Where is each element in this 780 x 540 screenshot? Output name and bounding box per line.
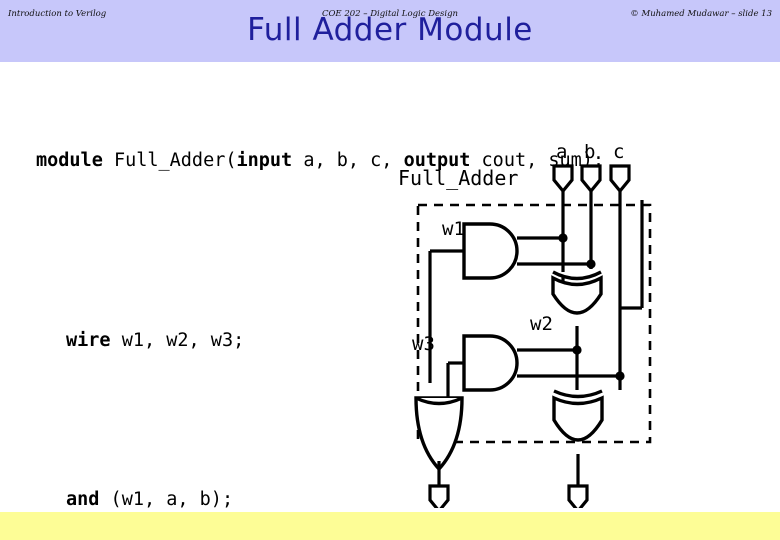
wire-label-w2: w2	[530, 313, 553, 335]
xor-gate-1-extra-arc	[552, 270, 602, 281]
xor-gate-2-extra-arc	[553, 389, 603, 399]
module-name-label: Full_Adder	[398, 166, 518, 190]
input-label-c: c	[613, 141, 624, 163]
junction-dot-a	[558, 233, 568, 243]
xor-gate-1-body	[551, 275, 603, 315]
slide-canvas: Full Adder Module module Full_Adder(inpu…	[0, 0, 780, 540]
and-gate-1-body	[462, 222, 519, 280]
code-args-wire: w1, w2, w3;	[110, 330, 245, 351]
wire-label-w3: w3	[412, 333, 435, 355]
full-adder-schematic: w1 w3 w2 a b c Full_Adder	[390, 128, 690, 508]
input-pin-c	[609, 164, 631, 194]
code-text-1: Full_Adder(	[102, 150, 237, 171]
keyword-module: module	[36, 150, 103, 171]
footer-bar	[0, 512, 780, 540]
keyword-wire: wire	[66, 330, 111, 351]
input-label-b: b	[584, 141, 595, 163]
code-args-and-1: (w1, a, b);	[99, 489, 234, 510]
output-pin-cout	[428, 484, 450, 508]
input-pin-a	[552, 164, 574, 194]
wire-label-w1: w1	[442, 218, 465, 240]
keyword-and-1: and	[66, 489, 100, 510]
output-pin-sum	[567, 484, 589, 508]
footer-right-text: © Muhamed Mudawar – slide 13	[630, 9, 772, 19]
code-text-2: a, b, c,	[292, 150, 404, 171]
xor-gate-2-body	[552, 395, 604, 442]
or-gate-body	[414, 396, 464, 472]
input-pin-b	[580, 164, 602, 194]
input-label-a: a	[556, 141, 567, 163]
and-gate-2-body	[462, 334, 519, 392]
keyword-input: input	[236, 150, 293, 171]
junction-dot-b	[586, 259, 596, 269]
